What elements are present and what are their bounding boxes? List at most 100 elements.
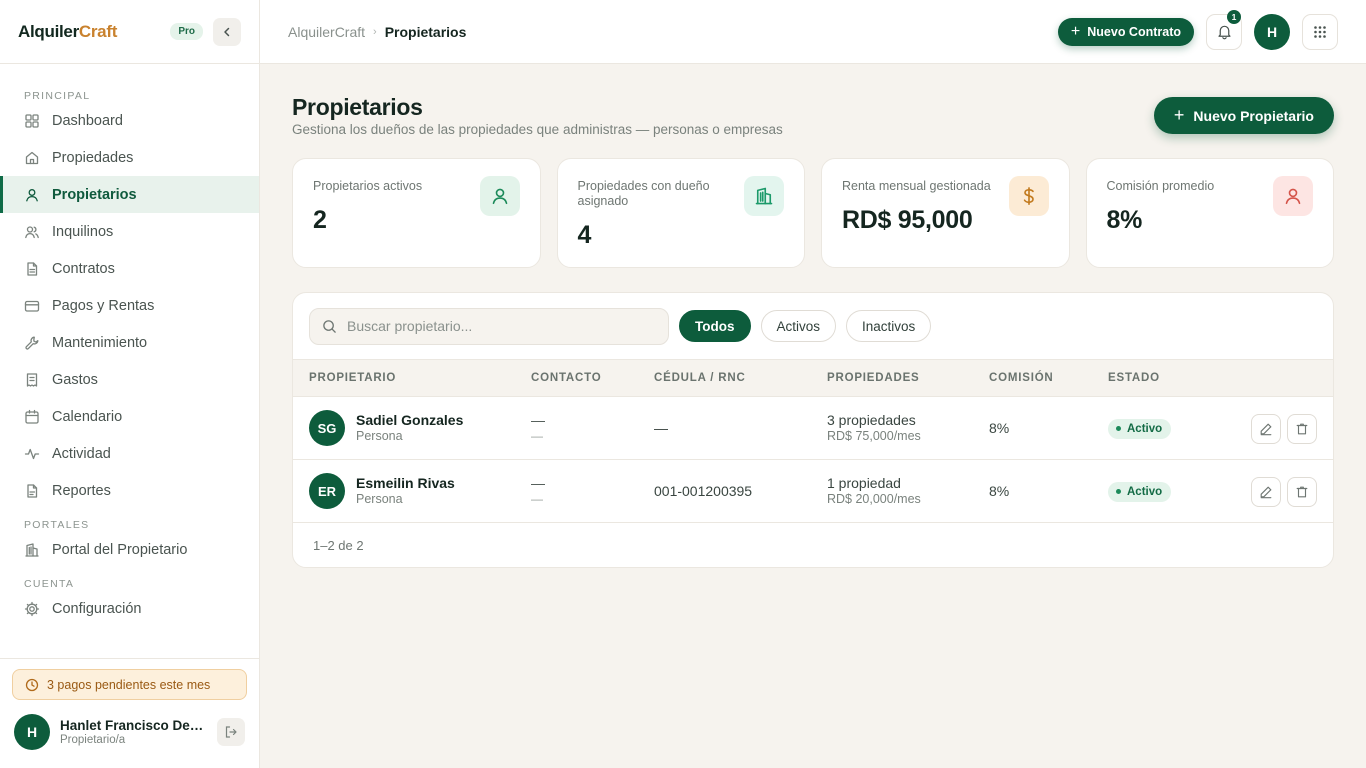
logout-button[interactable] xyxy=(217,718,245,746)
sidebar-item-label: Propiedades xyxy=(52,149,134,166)
sidebar-item-mantenimiento[interactable]: Mantenimiento xyxy=(0,324,259,361)
sidebar-item-contratos[interactable]: Contratos xyxy=(0,250,259,287)
filter-chips: Todos Activos Inactivos xyxy=(669,310,932,342)
owner-type: Persona xyxy=(356,429,403,443)
building-icon xyxy=(24,542,40,558)
sidebar-item-calendario[interactable]: Calendario xyxy=(0,398,259,435)
breadcrumb-separator: › xyxy=(373,25,377,38)
sidebar-item-gastos[interactable]: Gastos xyxy=(0,361,259,398)
rnc-cell: — xyxy=(654,420,668,436)
stat-label: Propiedades con dueño asignado xyxy=(577,179,710,208)
table-row[interactable]: ER Esmeilin Rivas Persona — — 001-001200… xyxy=(293,460,1333,523)
contact-cell: — — xyxy=(531,475,545,506)
stat-label: Renta mensual gestionada xyxy=(842,179,991,193)
sidebar-item-label: Reportes xyxy=(52,482,111,499)
table-header: PROPIETARIO CONTACTO CÉDULA / RNC PROPIEDAD… xyxy=(293,359,1333,397)
search-input[interactable] xyxy=(347,318,637,334)
building-icon xyxy=(744,176,784,216)
stat-label: Comisión promedio xyxy=(1106,179,1215,193)
new-contract-label: Nuevo Contrato xyxy=(1087,24,1181,39)
sidebar-item-propietarios[interactable]: Propietarios xyxy=(0,176,259,213)
sidebar-item-label: Configuración xyxy=(52,600,142,617)
contact-secondary: — xyxy=(531,429,543,443)
delete-button[interactable] xyxy=(1287,477,1317,507)
rnc-cell: 001-001200395 xyxy=(654,483,753,499)
user-icon xyxy=(1273,176,1313,216)
sidebar-item-portal-del-propietario[interactable]: Portal del Propietario xyxy=(0,531,259,568)
owner-name[interactable]: Esmeilin Rivas xyxy=(356,475,455,491)
user-name: Hanlet Francisco De L... xyxy=(60,718,206,733)
users-icon xyxy=(24,224,40,240)
apps-grid-icon xyxy=(1314,25,1326,38)
owner-avatar: SG xyxy=(309,410,345,446)
header-avatar[interactable]: H xyxy=(1254,13,1290,50)
user-icon xyxy=(24,187,40,203)
top-bar: AlquilerCraft › Propietarios + Nuevo Con… xyxy=(260,0,1366,64)
column-header[interactable]: CÉDULA / RNC xyxy=(654,372,746,384)
sidebar: AlquilerCraft Pro PRINCIPAL Dashboard Prop… xyxy=(0,0,260,768)
delete-button[interactable] xyxy=(1287,414,1317,444)
sidebar-item-label: Actividad xyxy=(52,445,111,462)
logout-icon xyxy=(225,726,237,738)
edit-button[interactable] xyxy=(1251,414,1281,444)
filter-chip-activos[interactable]: Activos xyxy=(760,310,837,342)
filter-chip-todos[interactable]: Todos xyxy=(679,310,751,342)
bell-icon xyxy=(1217,25,1231,40)
user-avatar[interactable]: H xyxy=(14,714,50,750)
sidebar-item-label: Portal del Propietario xyxy=(52,541,188,558)
stat-label: Propietarios activos xyxy=(313,179,423,193)
stat-card: Propietarios activos 2 xyxy=(292,158,541,268)
page-title: Propietarios xyxy=(292,94,423,120)
column-header[interactable]: PROPIETARIO xyxy=(309,372,396,384)
owner-type: Persona xyxy=(356,492,403,506)
activity-icon xyxy=(24,446,40,462)
edit-button[interactable] xyxy=(1251,477,1281,507)
properties-cell: 1 propiedad RD$ 20,000/mes xyxy=(827,475,921,506)
new-contract-button[interactable]: + Nuevo Contrato xyxy=(1057,17,1194,46)
sidebar-item-actividad[interactable]: Actividad xyxy=(0,435,259,472)
collapse-sidebar-button[interactable] xyxy=(213,17,241,46)
user-icon xyxy=(479,176,520,216)
sidebar-item-label: Propietarios xyxy=(52,186,137,203)
pending-payments-alert[interactable]: 3 pagos pendientes este mes xyxy=(12,669,247,700)
sidebar-nav: PRINCIPAL Dashboard Propiedades Propietario… xyxy=(0,64,259,627)
owner-cell: Esmeilin Rivas Persona xyxy=(356,475,455,506)
contact-primary: — xyxy=(531,475,545,491)
sidebar-item-reportes[interactable]: Reportes xyxy=(0,472,259,509)
wrench-icon xyxy=(24,335,40,351)
owner-name[interactable]: Sadiel Gonzales xyxy=(356,412,463,428)
breadcrumb-current: Propietarios xyxy=(384,23,467,40)
plus-icon: + xyxy=(1070,22,1081,40)
column-header[interactable]: PROPIEDADES xyxy=(827,372,920,384)
sidebar-item-label: Mantenimiento xyxy=(52,334,148,351)
owner-cell: Sadiel Gonzales Persona xyxy=(356,412,463,443)
stat-card: Renta mensual gestionada RD$ 95,000 xyxy=(821,158,1070,268)
new-owner-label: Nuevo Propietario xyxy=(1193,107,1314,124)
table-body: SG Sadiel Gonzales Persona — — — 3 propi… xyxy=(293,397,1333,523)
sidebar-item-dashboard[interactable]: Dashboard xyxy=(0,102,259,139)
column-header[interactable]: CONTACTO xyxy=(531,372,602,384)
sidebar-item-label: Inquilinos xyxy=(52,223,114,240)
brand-logo[interactable]: AlquilerCraft xyxy=(18,22,117,42)
brand-name-part2: Craft xyxy=(78,21,118,41)
plus-icon: + xyxy=(1173,105,1185,125)
filter-chip-inactivos[interactable]: Inactivos xyxy=(846,310,932,342)
pagination-info: 1–2 de 2 xyxy=(313,538,364,553)
sidebar-item-pagos-y-rentas[interactable]: Pagos y Rentas xyxy=(0,287,259,324)
status-label: Activo xyxy=(1127,422,1163,435)
dollar-icon xyxy=(1008,176,1049,216)
status-badge: Activo xyxy=(1108,481,1172,502)
sidebar-item-inquilinos[interactable]: Inquilinos xyxy=(0,213,259,250)
notifications-button[interactable]: 1 xyxy=(1206,9,1242,50)
table-row[interactable]: SG Sadiel Gonzales Persona — — — 3 propi… xyxy=(293,397,1333,460)
sidebar-item-propiedades[interactable]: Propiedades xyxy=(0,139,259,176)
status-cell: Activo xyxy=(1108,418,1172,439)
column-header[interactable]: ESTADO xyxy=(1108,372,1160,384)
sidebar-item-configuracion[interactable]: Configuración xyxy=(0,590,259,627)
table-toolbar: Todos Activos Inactivos xyxy=(293,293,1333,359)
apps-menu-button[interactable] xyxy=(1302,13,1338,50)
new-owner-button[interactable]: + Nuevo Propietario xyxy=(1153,97,1334,134)
clock-icon xyxy=(25,678,39,692)
breadcrumb-root[interactable]: AlquilerCraft xyxy=(288,24,365,40)
column-header[interactable]: COMISIÓN xyxy=(989,372,1054,384)
